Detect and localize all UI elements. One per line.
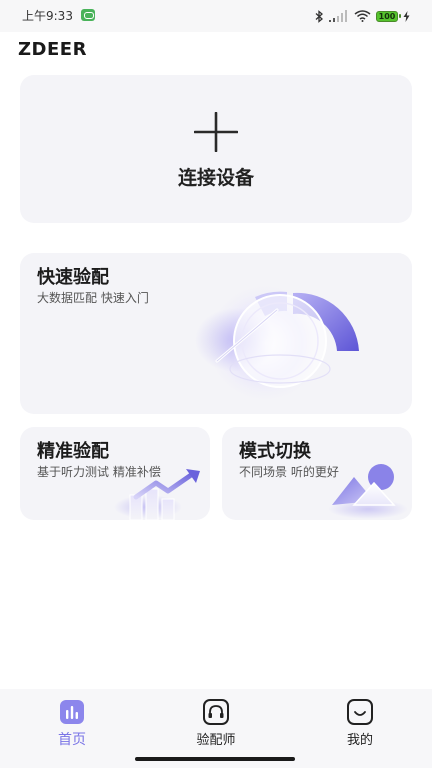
quick-fit-title: 快速验配 xyxy=(37,267,109,288)
status-time: 上午9:33 xyxy=(22,9,73,23)
battery-level: 100 xyxy=(378,11,396,21)
wifi-icon xyxy=(354,10,371,22)
brand-title: ZDEER xyxy=(18,39,87,60)
quick-fit-subtitle: 大数据匹配 快速入门 xyxy=(37,291,149,305)
mode-switch-title: 模式切换 xyxy=(239,441,311,462)
bluetooth-icon xyxy=(315,9,323,23)
battery-icon: 100 xyxy=(376,10,401,22)
quick-fit-card[interactable]: 快速验配 大数据匹配 快速入门 xyxy=(20,253,412,414)
charging-bolt-icon xyxy=(403,10,410,22)
nav-label-mine: 我的 xyxy=(346,733,373,748)
nav-label-home: 首页 xyxy=(58,732,86,748)
smile-face-icon xyxy=(347,699,373,725)
wechat-notification-icon xyxy=(81,9,95,21)
nav-item-home[interactable]: 首页 xyxy=(22,699,122,749)
precise-fit-card[interactable]: 精准验配 基于听力测试 精准补偿 xyxy=(20,427,210,520)
trend-up-icon xyxy=(114,469,200,520)
home-indicator[interactable] xyxy=(135,757,295,761)
mode-switch-card[interactable]: 模式切换 不同场景 听的更好 xyxy=(222,427,412,520)
plus-icon xyxy=(194,112,238,152)
connect-device-card[interactable]: 连接设备 xyxy=(20,75,412,223)
nav-item-mine[interactable]: 我的 xyxy=(310,699,410,749)
connect-device-label: 连接设备 xyxy=(177,167,254,189)
app-screen: 上午9:33 100 ZDEER 连接设备 快速验配 大数据匹配 快速入门 精准… xyxy=(0,0,432,768)
landscape-icon xyxy=(328,464,408,519)
status-icons: 100 xyxy=(315,8,410,24)
precise-fit-title: 精准验配 xyxy=(37,441,109,462)
cell-signal-icon xyxy=(329,10,347,22)
nav-item-fitter[interactable]: 验配师 xyxy=(166,699,266,749)
nav-label-fitter: 验配师 xyxy=(196,733,236,748)
status-bar: 上午9:33 100 xyxy=(0,0,432,32)
gauge-illustration xyxy=(195,281,359,405)
headphones-icon xyxy=(203,699,229,725)
bar-chart-icon xyxy=(60,700,84,724)
